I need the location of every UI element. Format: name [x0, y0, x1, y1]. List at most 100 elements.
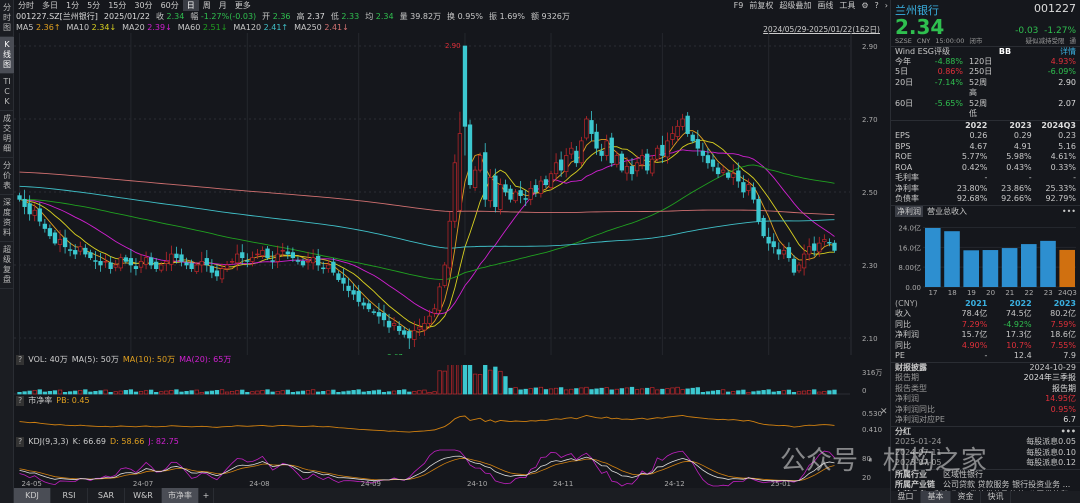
candle: [143, 251, 149, 270]
fin-cell: 92.68%: [956, 194, 988, 203]
indicator-tab-3[interactable]: W&R: [125, 488, 162, 503]
annual-row: 同比 7.29% -4.92% 7.59%: [891, 320, 1080, 331]
candle: [57, 229, 63, 253]
sidebar-tab-1[interactable]: K线图: [0, 37, 14, 74]
volume-bar: [609, 389, 614, 395]
indicator-tab-2[interactable]: SAR: [88, 488, 125, 503]
right-tab-3[interactable]: 快讯: [981, 491, 1011, 503]
dividend-date: 2025-01-24: [895, 437, 942, 446]
right-tab-0[interactable]: 盘口: [891, 491, 921, 503]
period-tab-3[interactable]: 5分: [83, 0, 104, 11]
annual-cell: 4.90%: [961, 340, 988, 350]
report-label: 报告期: [895, 373, 919, 382]
volume-bar: [715, 390, 721, 395]
ma-value: 2.51↓: [202, 23, 228, 32]
help-icon[interactable]: ?: [16, 355, 25, 365]
profit-bar: [1001, 247, 1018, 287]
fin-cell: 0.33%: [1050, 162, 1076, 172]
dividend-more-icon[interactable]: •••: [1061, 427, 1076, 438]
candle: [27, 195, 32, 221]
industry-value[interactable]: 公司贷款 贷款服务 银行投资业务 ...: [943, 480, 1070, 490]
industry-value[interactable]: 区域性银行: [943, 470, 983, 480]
period-tab-10[interactable]: 更多: [231, 0, 255, 11]
period-tab-7[interactable]: 日: [182, 0, 199, 11]
candle: [113, 259, 118, 272]
volume-bar: [786, 389, 792, 395]
period-tab-4[interactable]: 15分: [104, 0, 130, 11]
vol-value: 39.82万: [410, 12, 442, 21]
ma-legend: MA5 2.36↑ MA10 2.34↓ MA20 2.39↓ MA60 2.51↓ M…: [14, 22, 349, 33]
tool-button-6[interactable]: ?: [875, 0, 879, 11]
volume-bar: [614, 388, 619, 395]
period-tab-8[interactable]: 周: [199, 0, 215, 11]
performance-table: 今年 -4.88% 120日 4.93% 5日 0.86% 250日 -6.09% 20日 -7.…: [891, 57, 1080, 120]
period-tab-9[interactable]: 月: [215, 0, 231, 11]
period-tab-2[interactable]: 1分: [62, 0, 83, 11]
indicator-tab-0[interactable]: KDJ: [14, 488, 51, 503]
candlestick-chart[interactable]: 2.902.702.502.302.102.902.07: [14, 33, 890, 355]
annual-cell: 净利润: [895, 330, 919, 339]
volume-bar: [427, 392, 432, 395]
candle: [508, 185, 513, 203]
volume-bar: [37, 389, 42, 395]
sidebar-tab-0[interactable]: 分时图: [0, 0, 14, 37]
profit-bar: [982, 249, 999, 287]
perf-cell: -7.14%: [934, 77, 963, 87]
candle: [629, 158, 635, 181]
esg-detail-link[interactable]: 详情: [1060, 47, 1076, 57]
sidebar-tab-4[interactable]: 分价表: [0, 158, 14, 195]
right-tab-2[interactable]: 资金: [951, 491, 981, 503]
sidebar-tab-2[interactable]: TICK: [0, 74, 14, 111]
candle: [184, 257, 189, 270]
right-tab-1[interactable]: 基本: [921, 491, 951, 503]
sidebar-tab-3[interactable]: 成交明细: [0, 111, 14, 158]
fin-cell: 0.43%: [1006, 162, 1032, 172]
tool-button-2[interactable]: 超级叠加: [779, 0, 811, 11]
candle: [62, 229, 68, 254]
candle: [164, 251, 169, 272]
candle: [741, 175, 746, 198]
tool-button-4[interactable]: 工具: [839, 0, 855, 11]
period-tab-1[interactable]: 多日: [38, 0, 62, 11]
annual-header: (CNY) 2021 2022 2023: [891, 299, 1080, 310]
volume-bar: [133, 391, 139, 395]
tool-button-3[interactable]: 画线: [817, 0, 833, 11]
volume-bar: [331, 389, 336, 395]
annual-cell: -: [984, 351, 988, 360]
tool-button-1[interactable]: 前复权: [749, 0, 773, 11]
volume-bar: [57, 389, 63, 395]
sidebar-tab-5[interactable]: 深度资料: [0, 195, 14, 242]
bar-x-tick: 24Q3: [1058, 289, 1077, 297]
ma-item-ma10: MA10 2.34↓: [67, 22, 117, 33]
indicator-tab-1[interactable]: RSI: [51, 488, 88, 503]
period-tab-6[interactable]: 60分: [157, 0, 183, 11]
close-label: 收: [156, 12, 164, 21]
report-title-row: 财报披露 2024-10-29: [891, 363, 1080, 374]
help-icon[interactable]: ?: [16, 396, 25, 406]
stock-code-right: 001227: [1034, 2, 1076, 15]
candle: [22, 189, 27, 215]
period-tab-0[interactable]: 分时: [14, 0, 38, 11]
help-icon[interactable]: ?: [16, 437, 25, 447]
volume-bar: [189, 390, 194, 395]
indicator-tab-4[interactable]: 市净率: [162, 488, 199, 503]
more-icon[interactable]: •••: [1062, 207, 1076, 216]
turn-value: 0.95%: [457, 12, 484, 21]
candle: [361, 297, 366, 310]
volume-bar: [148, 389, 154, 395]
annual-cell: 10.7%: [1006, 340, 1032, 350]
volume-bar: [538, 386, 544, 395]
add-indicator-button[interactable]: +: [199, 488, 214, 503]
tool-button-7[interactable]: ›: [885, 0, 888, 11]
tool-button-5[interactable]: ⚙: [861, 0, 868, 11]
volume-bar: [655, 389, 660, 395]
tab-net-profit[interactable]: 净利润: [895, 205, 923, 217]
sidebar-tab-6[interactable]: 超级复盘: [0, 242, 14, 289]
candle: [483, 143, 488, 207]
close-icon[interactable]: ✕: [880, 407, 888, 417]
tab-revenue[interactable]: 营业总收入: [927, 206, 967, 217]
annual-cell: 收入: [895, 309, 911, 318]
period-tab-5[interactable]: 30分: [130, 0, 156, 11]
tool-button-0[interactable]: F9: [734, 0, 744, 11]
report-section: 财报披露 2024-10-29 报告期 2024年三季报 报告类型 报告期 净利润 14.95…: [891, 361, 1080, 426]
